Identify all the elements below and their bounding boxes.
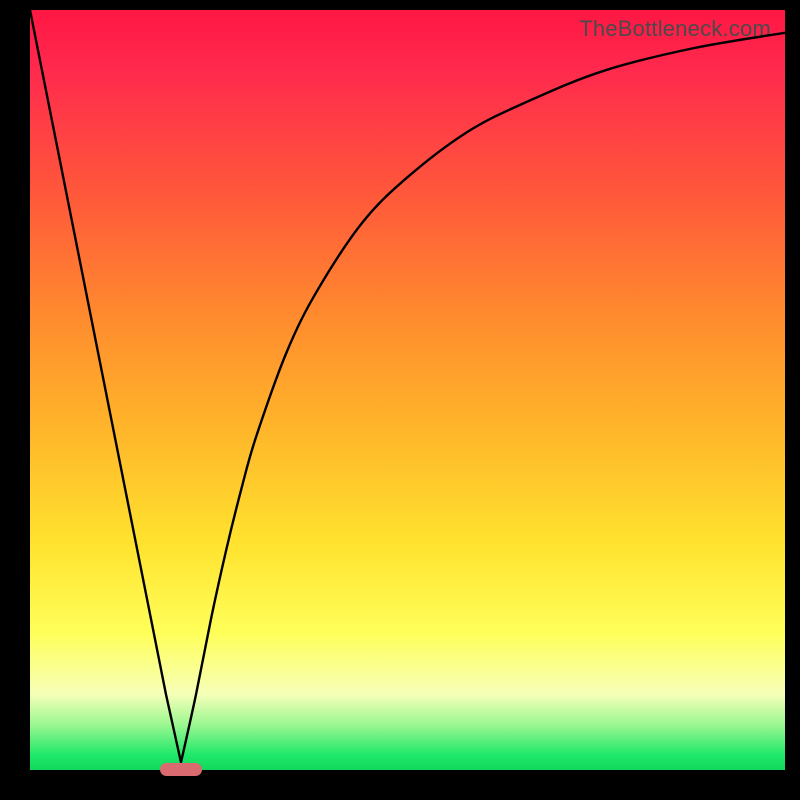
chart-frame: TheBottleneck.com xyxy=(0,0,800,800)
watermark-text: TheBottleneck.com xyxy=(579,16,771,42)
minimum-marker xyxy=(160,763,202,776)
bottleneck-curve xyxy=(30,10,785,770)
plot-area: TheBottleneck.com xyxy=(30,10,785,770)
